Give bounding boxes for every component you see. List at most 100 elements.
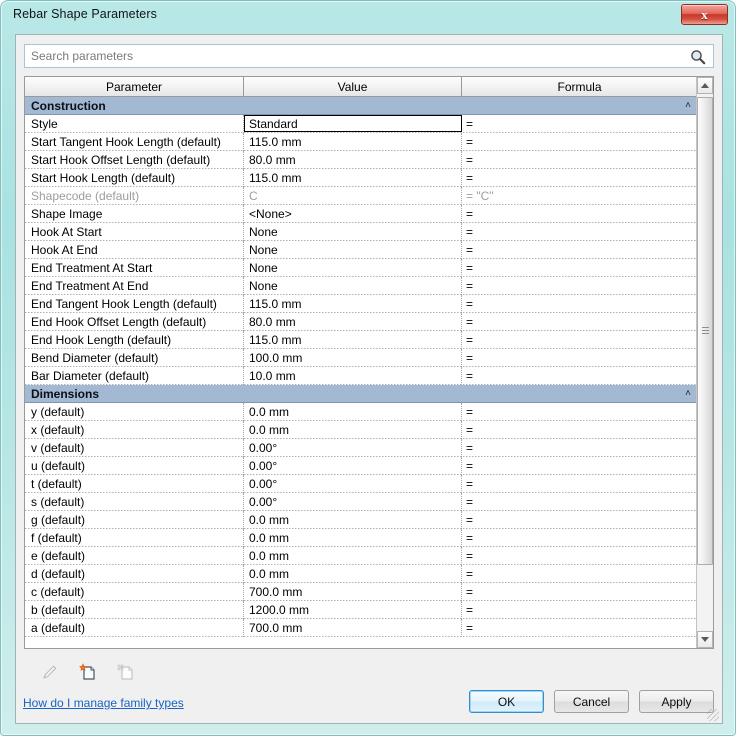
table-row[interactable]: x (default) 0.0 mm = [25, 421, 697, 439]
parameter-value-cell[interactable]: 0.00° [244, 439, 462, 457]
group-header-row[interactable]: Dimensions ˄ [25, 385, 697, 403]
parameter-name-cell[interactable]: Shapecode (default) [25, 187, 244, 205]
parameter-formula-cell[interactable]: = [462, 223, 697, 241]
parameter-value-cell[interactable]: 115.0 mm [244, 169, 462, 187]
table-row[interactable]: u (default) 0.00° = [25, 457, 697, 475]
parameter-formula-cell[interactable]: = [462, 421, 697, 439]
parameter-formula-cell[interactable]: = [462, 205, 697, 223]
parameter-value-cell[interactable]: 0.00° [244, 457, 462, 475]
parameter-value-cell[interactable]: 10.0 mm [244, 367, 462, 385]
parameter-name-cell[interactable]: u (default) [25, 457, 244, 475]
scroll-up-button[interactable] [697, 77, 713, 94]
parameter-value-cell[interactable]: 0.0 mm [244, 565, 462, 583]
new-family-type-icon[interactable] [76, 660, 100, 684]
table-row[interactable]: e (default) 0.0 mm = [25, 547, 697, 565]
parameter-formula-cell[interactable]: = [462, 295, 697, 313]
table-row[interactable]: v (default) 0.00° = [25, 439, 697, 457]
parameter-formula-cell[interactable]: = [462, 403, 697, 421]
parameter-value-cell[interactable]: 0.0 mm [244, 529, 462, 547]
scrollbar-track[interactable] [697, 94, 713, 631]
parameter-value-cell[interactable]: C [244, 187, 462, 205]
parameter-value-cell[interactable]: Standard [244, 115, 462, 132]
apply-button[interactable]: Apply [639, 690, 714, 713]
parameter-name-cell[interactable]: a (default) [25, 619, 244, 637]
parameter-value-cell[interactable]: 0.00° [244, 493, 462, 511]
parameter-name-cell[interactable]: Start Tangent Hook Length (default) [25, 133, 244, 151]
parameter-name-cell[interactable]: v (default) [25, 439, 244, 457]
chevron-up-icon[interactable]: ˄ [685, 100, 691, 112]
parameter-formula-cell[interactable]: = [462, 349, 697, 367]
parameter-name-cell[interactable]: e (default) [25, 547, 244, 565]
parameter-value-cell[interactable]: 115.0 mm [244, 331, 462, 349]
table-row[interactable]: Hook At Start None = [25, 223, 697, 241]
parameter-name-cell[interactable]: g (default) [25, 511, 244, 529]
column-header-formula[interactable]: Formula [462, 77, 697, 96]
table-row[interactable]: Style Standard = [25, 115, 697, 133]
table-row[interactable]: b (default) 1200.0 mm = [25, 601, 697, 619]
parameter-value-cell[interactable]: 80.0 mm [244, 151, 462, 169]
parameter-formula-cell[interactable]: = [462, 331, 697, 349]
table-row[interactable]: a (default) 700.0 mm = [25, 619, 697, 637]
table-row[interactable]: g (default) 0.0 mm = [25, 511, 697, 529]
parameter-formula-cell[interactable]: = [462, 277, 697, 295]
table-row[interactable]: t (default) 0.00° = [25, 475, 697, 493]
parameter-value-cell[interactable]: 0.0 mm [244, 421, 462, 439]
parameter-name-cell[interactable]: Bar Diameter (default) [25, 367, 244, 385]
parameter-name-cell[interactable]: c (default) [25, 583, 244, 601]
parameter-value-cell[interactable]: 0.00° [244, 475, 462, 493]
table-row[interactable]: Start Hook Length (default) 115.0 mm = [25, 169, 697, 187]
parameter-formula-cell[interactable]: = [462, 601, 697, 619]
resize-grip[interactable] [707, 709, 719, 721]
table-row[interactable]: Shapecode (default) C = "C" [25, 187, 697, 205]
table-row[interactable]: Hook At End None = [25, 241, 697, 259]
parameter-value-cell[interactable]: 80.0 mm [244, 313, 462, 331]
parameter-formula-cell[interactable]: = [462, 493, 697, 511]
table-row[interactable]: s (default) 0.00° = [25, 493, 697, 511]
parameter-formula-cell[interactable]: = [462, 457, 697, 475]
table-row[interactable]: End Treatment At End None = [25, 277, 697, 295]
duplicate-family-type-icon[interactable] [114, 660, 138, 684]
table-row[interactable]: End Tangent Hook Length (default) 115.0 m… [25, 295, 697, 313]
parameter-name-cell[interactable]: End Treatment At Start [25, 259, 244, 277]
scroll-down-button[interactable] [697, 631, 713, 648]
parameter-value-cell[interactable]: None [244, 223, 462, 241]
table-row[interactable]: f (default) 0.0 mm = [25, 529, 697, 547]
parameter-name-cell[interactable]: x (default) [25, 421, 244, 439]
parameter-value-cell[interactable]: <None> [244, 205, 462, 223]
parameter-name-cell[interactable]: Hook At End [25, 241, 244, 259]
parameter-name-cell[interactable]: Start Hook Offset Length (default) [25, 151, 244, 169]
parameter-value-cell[interactable]: 0.0 mm [244, 403, 462, 421]
table-row[interactable]: d (default) 0.0 mm = [25, 565, 697, 583]
parameter-formula-cell[interactable]: = [462, 367, 697, 385]
ok-button[interactable]: OK [469, 690, 544, 713]
column-header-parameter[interactable]: Parameter [25, 77, 244, 96]
table-row[interactable]: Start Hook Offset Length (default) 80.0 m… [25, 151, 697, 169]
table-row[interactable]: End Treatment At Start None = [25, 259, 697, 277]
parameter-value-cell[interactable]: 1200.0 mm [244, 601, 462, 619]
parameter-name-cell[interactable]: Style [25, 115, 244, 133]
table-row[interactable]: Bar Diameter (default) 10.0 mm = [25, 367, 697, 385]
search-input[interactable] [25, 45, 685, 67]
parameter-name-cell[interactable]: d (default) [25, 565, 244, 583]
parameter-value-cell[interactable]: None [244, 241, 462, 259]
parameter-formula-cell[interactable]: = [462, 133, 697, 151]
table-row[interactable]: Shape Image <None> = [25, 205, 697, 223]
table-row[interactable]: c (default) 700.0 mm = [25, 583, 697, 601]
parameter-name-cell[interactable]: s (default) [25, 493, 244, 511]
table-row[interactable]: End Hook Length (default) 115.0 mm = [25, 331, 697, 349]
rename-parameter-icon[interactable] [38, 660, 62, 684]
cancel-button[interactable]: Cancel [554, 690, 629, 713]
parameter-formula-cell[interactable]: = [462, 259, 697, 277]
parameter-formula-cell[interactable]: = "C" [462, 187, 697, 205]
help-link[interactable]: How do I manage family types [23, 696, 184, 710]
parameter-value-cell[interactable]: 100.0 mm [244, 349, 462, 367]
parameter-name-cell[interactable]: End Hook Offset Length (default) [25, 313, 244, 331]
parameter-formula-cell[interactable]: = [462, 151, 697, 169]
parameter-formula-cell[interactable]: = [462, 439, 697, 457]
close-button[interactable]: x [681, 4, 728, 25]
table-vertical-scrollbar[interactable] [696, 77, 713, 648]
parameter-name-cell[interactable]: End Treatment At End [25, 277, 244, 295]
parameter-name-cell[interactable]: Hook At Start [25, 223, 244, 241]
chevron-up-icon[interactable]: ˄ [685, 388, 691, 400]
parameter-formula-cell[interactable]: = [462, 475, 697, 493]
